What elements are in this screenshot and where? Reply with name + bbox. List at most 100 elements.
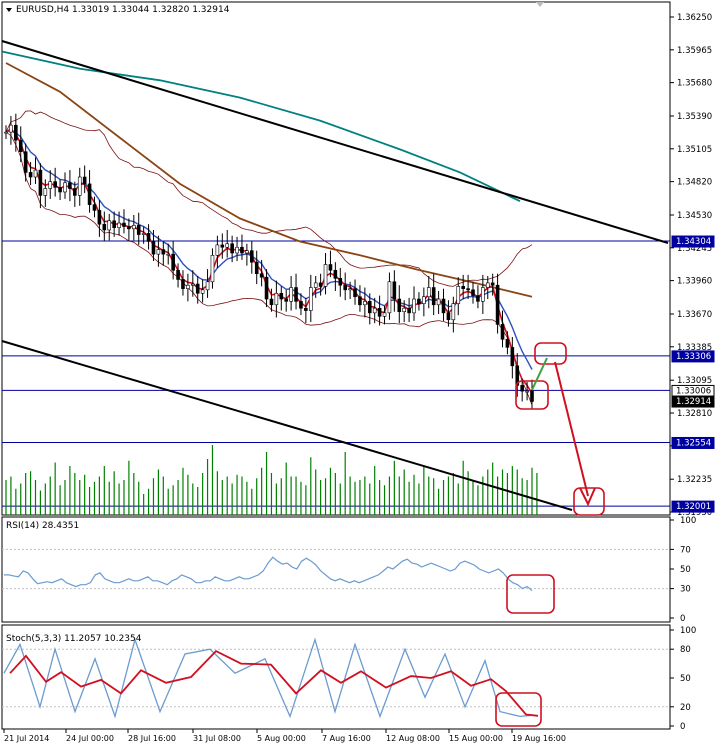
- candle-body: [412, 298, 416, 314]
- candle-body: [436, 298, 441, 306]
- candle-body: [240, 246, 244, 254]
- candle-body: [161, 249, 166, 255]
- candle-body: [476, 295, 480, 302]
- candle-body: [382, 312, 387, 317]
- candle-body: [249, 250, 254, 263]
- candle-body: [441, 298, 446, 314]
- candle-body: [92, 204, 97, 211]
- candle-body: [82, 176, 87, 185]
- price-chart-window[interactable]: 1.36250 1.35965 1.35680 1.35390 1.35105 1.348…: [0, 0, 715, 745]
- candle-body: [274, 292, 279, 306]
- candle-body: [308, 287, 313, 311]
- rsi-tick-label: 100: [680, 516, 696, 526]
- candle-body: [4, 131, 8, 134]
- price-tick-label: 1.32810: [677, 409, 712, 419]
- price-tick-label: 1.35965: [677, 46, 712, 56]
- candle-body: [102, 223, 107, 231]
- stoch-tick-label: 20: [680, 703, 691, 713]
- price-tick-label: 1.35390: [677, 112, 712, 122]
- candle-body: [127, 226, 131, 230]
- rsi-tick-label: 50: [680, 565, 691, 575]
- price-tick-label: 1.33095: [677, 376, 712, 386]
- candle-body: [490, 282, 495, 286]
- candle-body: [122, 222, 126, 227]
- candle-body: [181, 279, 185, 289]
- stoch-pane[interactable]: 100 80 50 20 0 Stoch(5,3,3) 11.2057 10.2354: [1, 624, 696, 732]
- candle-body: [510, 347, 515, 367]
- stoch-tick-label: 80: [680, 645, 691, 655]
- candle-body: [18, 139, 23, 152]
- price-tick-label: 1.33960: [677, 277, 712, 287]
- candle-body: [466, 288, 470, 291]
- candle-body: [446, 312, 451, 321]
- candle-body: [28, 172, 33, 178]
- candle-body: [225, 243, 230, 248]
- candle-body: [191, 283, 195, 286]
- candle-body: [367, 301, 372, 314]
- price-tick-label: 1.35680: [677, 79, 712, 89]
- candle-body: [23, 151, 28, 173]
- candle-body: [264, 276, 269, 300]
- candle-body: [495, 284, 500, 325]
- candle-body: [58, 187, 62, 193]
- candle-body: [392, 281, 397, 300]
- stoch-tick-label: 50: [680, 674, 691, 684]
- price-tag-label: 1.33006: [676, 386, 711, 396]
- candle-body: [328, 264, 333, 271]
- price-tag-label: 1.32914: [676, 397, 711, 407]
- candle-body: [456, 286, 461, 304]
- candle-body: [471, 289, 475, 296]
- time-tick-label: 28 Jul 16:00: [128, 734, 176, 743]
- candle-body: [205, 281, 210, 291]
- candle-body: [107, 220, 112, 231]
- candle-body: [112, 220, 116, 228]
- candle-body: [171, 253, 175, 271]
- candle-body: [481, 287, 485, 302]
- candle-body: [210, 254, 215, 283]
- candle-body: [215, 244, 220, 256]
- candle-body: [43, 188, 48, 196]
- candle-body: [289, 287, 293, 302]
- candle-body: [97, 210, 102, 225]
- candle-body: [284, 298, 289, 302]
- candle-body: [426, 287, 431, 298]
- candle-body: [422, 296, 426, 304]
- stoch-tick-label: 0: [680, 722, 685, 732]
- candle-body: [353, 288, 357, 298]
- rsi-header-text: RSI(14) 28.4351: [6, 521, 79, 531]
- price-pane[interactable]: 1.36250 1.35965 1.35680 1.35390 1.35105 1.348…: [1, 1, 715, 518]
- rsi-pane[interactable]: 100 70 50 30 0 RSI(14) 28.4351: [1, 516, 696, 624]
- candle-body: [397, 298, 402, 312]
- candle-body: [230, 243, 234, 254]
- price-tick-label: 1.34530: [677, 211, 712, 221]
- candle-body: [372, 307, 377, 314]
- candle-body: [313, 282, 318, 288]
- time-tick-label: 31 Jul 08:00: [193, 734, 241, 743]
- price-tag-label: 1.34304: [676, 237, 711, 247]
- candle-body: [333, 269, 338, 279]
- candle-body: [38, 169, 43, 196]
- candle-body: [77, 176, 82, 196]
- candle-body: [279, 292, 284, 300]
- candle-body: [363, 301, 367, 306]
- candle-body: [117, 222, 121, 228]
- candle-body: [136, 225, 141, 235]
- candle-body: [200, 289, 205, 294]
- candle-body: [186, 284, 190, 289]
- stoch-header-text: Stoch(5,3,3) 11.2057 10.2354: [6, 634, 142, 644]
- time-tick-label: 12 Aug 08:00: [386, 734, 440, 743]
- candle-body: [358, 296, 362, 306]
- stoch-axis: 100 80 50 20 0: [670, 626, 696, 732]
- time-tick-label: 5 Aug 00:00: [257, 734, 306, 743]
- candle-body: [294, 287, 298, 302]
- candle-body: [318, 282, 323, 287]
- candle-body: [151, 241, 156, 255]
- price-tick-label: 1.33670: [677, 310, 712, 320]
- candle-body: [254, 261, 259, 275]
- candle-body: [259, 273, 264, 278]
- chart-header: EURUSD,H4 1.33019 1.33044 1.32820 1.3291…: [6, 5, 230, 15]
- price-axis: 1.36250 1.35965 1.35680 1.35390 1.35105 1.348…: [670, 13, 715, 518]
- time-tick-label: 7 Aug 16:00: [322, 734, 371, 743]
- candle-body: [132, 225, 136, 230]
- candle-body: [402, 307, 406, 312]
